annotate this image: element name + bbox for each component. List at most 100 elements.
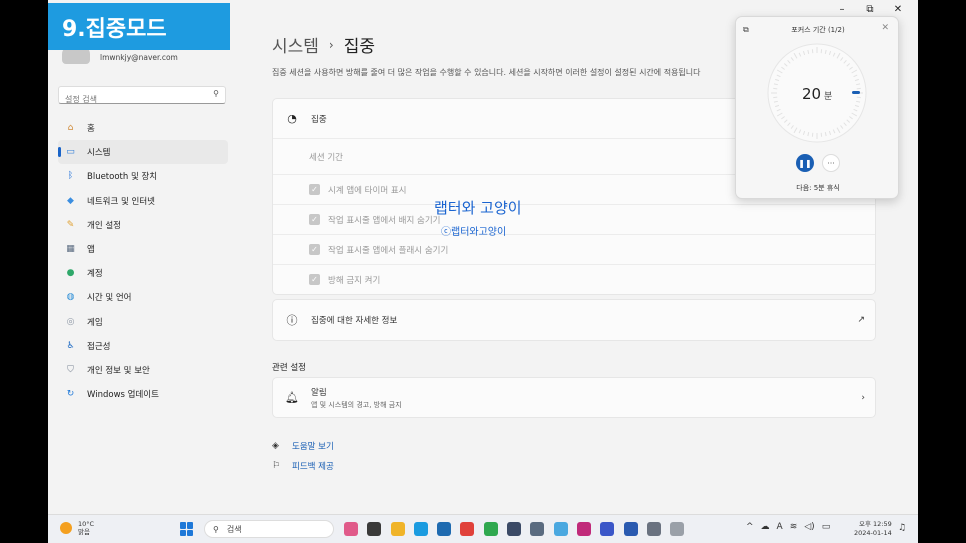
- update-icon: ↻: [66, 389, 75, 400]
- weather-widget[interactable]: 10°C 맑음: [60, 520, 94, 536]
- sidebar-item-label: 접근성: [87, 341, 111, 352]
- clock-date: 2024-01-14: [854, 529, 892, 537]
- notifications-subtitle: 앱 및 시스템의 경고, 방해 금지: [311, 400, 402, 409]
- weather-condition: 맑음: [78, 528, 90, 536]
- sidebar-item[interactable]: ◎ 게임: [58, 310, 228, 334]
- taskbar-search[interactable]: ⚲ 검색: [204, 520, 334, 538]
- sidebar-item[interactable]: ♿︎ 접근성: [58, 334, 228, 358]
- breadcrumb-parent[interactable]: 시스템: [272, 32, 319, 57]
- focus-timer-popup: ⧉ 포커스 기간 (1/2) ✕ 20 분 ❚❚ ··· 다음: 5분 휴식: [735, 16, 899, 199]
- start-button[interactable]: [180, 522, 194, 536]
- feedback-link-label: 피드백 제공: [292, 462, 334, 472]
- search-input[interactable]: [59, 91, 199, 108]
- notifications-card[interactable]: 🔔︎ 알림 앱 및 시스템의 경고, 방해 금지 ›: [272, 377, 876, 418]
- input-language[interactable]: A: [777, 522, 783, 532]
- related-settings-header: 관련 설정: [272, 363, 306, 373]
- temperature: 10°C: [78, 520, 95, 528]
- settings-search[interactable]: ⚲: [58, 86, 226, 108]
- taskbar-app-icon[interactable]: [646, 522, 661, 536]
- feedback-link[interactable]: ⚐ 피드백 제공: [272, 456, 334, 476]
- taskbar-search-label: 검색: [226, 524, 242, 534]
- search-icon: ⚲: [213, 89, 219, 98]
- help-circle-icon: ⓘ: [286, 314, 298, 327]
- sidebar-item[interactable]: ▭ 시스템: [58, 140, 228, 165]
- sidebar-item[interactable]: ● 계정: [58, 261, 228, 285]
- sidebar-item-label: 개인 정보 및 보안: [87, 365, 150, 376]
- feedback-icon: ⚐: [272, 461, 281, 471]
- sidebar-nav: ⌂ 홈 ▭ 시스템 ᛒ Bluetooth 및 장치 ◆ 네트워크 및 인터넷 ✎ 개인 설정 ▦ 앱…: [58, 116, 228, 406]
- option-row-flashing[interactable]: ✓ 작업 표시줄 앱에서 플래시 숨기기: [273, 234, 875, 264]
- sidebar: lmwnkjy@naver.com ⚲ ⌂홈▭시스템ᛒBluetooth 및 장…: [48, 0, 238, 510]
- account-email: lmwnkjy@naver.com: [100, 53, 178, 62]
- system-tray: ^ ☁ A ≋ ◁) ▭: [746, 522, 830, 532]
- sidebar-item-label: 시스템: [87, 148, 111, 159]
- taskbar-app-icon[interactable]: [413, 522, 428, 536]
- checkbox-icon[interactable]: ✓: [309, 274, 320, 285]
- sidebar-item-label: 계정: [87, 269, 103, 280]
- notification-center-icon[interactable]: ♫: [898, 523, 906, 533]
- taskbar-app-icon[interactable]: [437, 522, 452, 536]
- apps-icon: ▦: [66, 244, 75, 255]
- sidebar-item[interactable]: ◍ 시간 및 언어: [58, 285, 228, 309]
- option-row-dnd[interactable]: ✓ 방해 금지 켜기: [273, 264, 875, 294]
- sidebar-item[interactable]: ◆ 네트워크 및 인터넷: [58, 189, 228, 213]
- tray-overflow-icon[interactable]: ^: [746, 522, 754, 532]
- network-icon[interactable]: ≋: [790, 522, 798, 532]
- help-link[interactable]: ◈ 도움말 보기: [272, 436, 334, 456]
- sidebar-item[interactable]: ⛉ 개인 정보 및 보안: [58, 358, 228, 382]
- session-duration-label: 세션 기간: [309, 152, 343, 163]
- taskbar-app-icon[interactable]: [507, 522, 522, 536]
- sidebar-item[interactable]: ↻ Windows 업데이트: [58, 382, 228, 406]
- help-link-label: 도움말 보기: [292, 442, 334, 452]
- onedrive-icon[interactable]: ☁: [761, 522, 770, 532]
- option-row-badges[interactable]: ✓ 작업 표시줄 앱에서 배지 숨기기: [273, 204, 875, 234]
- more-options-button[interactable]: ···: [822, 154, 840, 172]
- focus-info-card[interactable]: ⓘ 집중에 대한 자세한 정보 ↗: [272, 299, 876, 341]
- progress-marker: [852, 91, 860, 94]
- focus-info-row[interactable]: ⓘ 집중에 대한 자세한 정보 ↗: [273, 300, 875, 340]
- taskbar-app-icon[interactable]: [553, 522, 568, 536]
- checkbox-icon[interactable]: ✓: [309, 214, 320, 225]
- pause-button[interactable]: ❚❚: [796, 154, 814, 172]
- notifications-row[interactable]: 🔔︎ 알림 앱 및 시스템의 경고, 방해 금지 ›: [273, 378, 875, 417]
- option-label: 작업 표시줄 앱에서 배지 숨기기: [328, 215, 441, 226]
- checkbox-icon[interactable]: ✓: [309, 244, 320, 255]
- shield-icon: ⛉: [67, 364, 74, 375]
- option-label: 방해 금지 켜기: [328, 275, 381, 286]
- focus-info-label: 집중에 대한 자세한 정보: [311, 316, 398, 326]
- sidebar-item[interactable]: ᛒ Bluetooth 및 장치: [58, 164, 228, 188]
- taskbar-app-icon[interactable]: [390, 522, 405, 536]
- volume-icon[interactable]: ◁): [804, 522, 814, 532]
- checkbox-icon[interactable]: ✓: [309, 184, 320, 195]
- taskbar-app-icon[interactable]: [600, 522, 615, 536]
- sidebar-item[interactable]: ▦ 앱: [58, 237, 228, 261]
- taskbar-app-icon[interactable]: [460, 522, 475, 536]
- sidebar-item[interactable]: ⌂ 홈: [58, 116, 228, 140]
- sidebar-item-label: 앱: [87, 245, 95, 256]
- taskbar-clock[interactable]: 오후 12:59 2024-01-14: [854, 520, 892, 538]
- option-label: 작업 표시줄 앱에서 플래시 숨기기: [328, 245, 449, 256]
- taskbar-app-icon[interactable]: [367, 522, 382, 536]
- close-icon[interactable]: ✕: [881, 23, 889, 33]
- sidebar-item[interactable]: ✎ 개인 설정: [58, 213, 228, 237]
- taskbar-app-icon[interactable]: [670, 522, 685, 536]
- bell-icon: 🔔︎: [285, 391, 299, 404]
- battery-icon[interactable]: ▭: [822, 522, 831, 532]
- taskbar-app-icon[interactable]: [483, 522, 498, 536]
- gamepad-icon: ◎: [66, 316, 75, 327]
- sidebar-item-label: Bluetooth 및 장치: [87, 172, 158, 183]
- taskbar-app-icon[interactable]: [576, 522, 591, 536]
- taskbar-app-icon[interactable]: [623, 522, 638, 536]
- next-break-label: 다음: 5분 휴식: [796, 184, 840, 192]
- breadcrumb: 시스템 › 집중: [272, 32, 375, 57]
- option-label: 시계 앱에 타이머 표시: [328, 185, 407, 196]
- taskbar-app-icon[interactable]: [530, 522, 545, 536]
- watermark-copyright: ⓒ랩터와고양이: [441, 227, 507, 238]
- focus-icon: ◔: [287, 112, 297, 125]
- external-link-icon: ↗: [857, 315, 865, 325]
- pause-icon: ❚❚: [798, 158, 812, 168]
- home-icon: ⌂: [67, 123, 74, 134]
- sun-icon: [60, 522, 72, 534]
- taskbar-app-icon[interactable]: [344, 522, 358, 536]
- sidebar-item-label: 홈: [87, 124, 95, 135]
